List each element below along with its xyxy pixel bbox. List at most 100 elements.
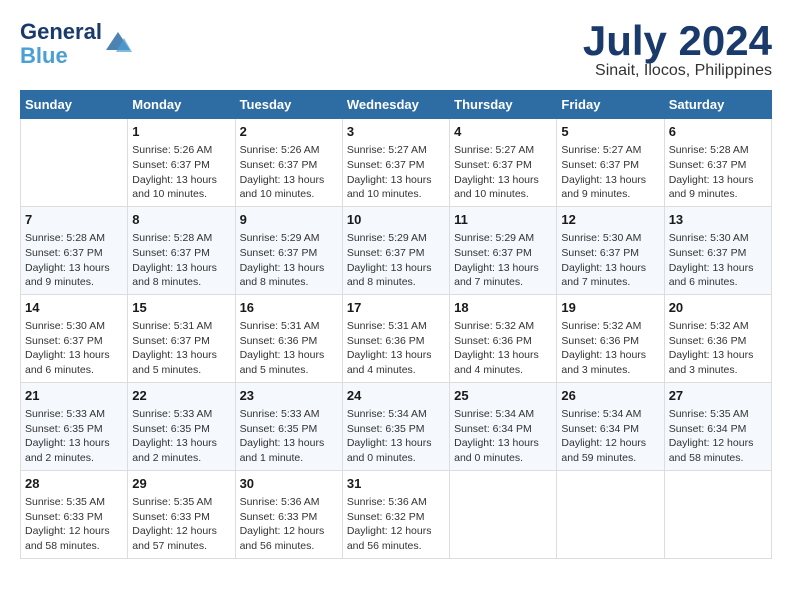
day-number: 16	[240, 299, 338, 317]
calendar-week-row: 14 Sunrise: 5:30 AMSunset: 6:37 PMDayligh…	[21, 294, 772, 382]
calendar-cell: 5 Sunrise: 5:27 AMSunset: 6:37 PMDaylight…	[557, 119, 664, 207]
day-number: 12	[561, 211, 659, 229]
day-number: 2	[240, 123, 338, 141]
calendar-cell: 9Sunrise: 5:29 AMSunset: 6:37 PMDaylight…	[235, 206, 342, 294]
calendar-cell: 16 Sunrise: 5:31 AMSunset: 6:36 PMDayligh…	[235, 294, 342, 382]
day-number: 18	[454, 299, 552, 317]
calendar-cell: 14 Sunrise: 5:30 AMSunset: 6:37 PMDayligh…	[21, 294, 128, 382]
calendar-cell: 12 Sunrise: 5:30 AMSunset: 6:37 PMDayligh…	[557, 206, 664, 294]
calendar-cell: 2 Sunrise: 5:26 AMSunset: 6:37 PMDaylight…	[235, 119, 342, 207]
calendar-header-wednesday: Wednesday	[342, 91, 449, 119]
day-info: Sunrise: 5:31 AMSunset: 6:37 PMDaylight:…	[132, 319, 230, 378]
page-subtitle: Sinait, Ilocos, Philippines	[583, 62, 772, 80]
calendar-cell: 3Sunrise: 5:27 AMSunset: 6:37 PMDaylight…	[342, 119, 449, 207]
day-number: 7	[25, 211, 123, 229]
day-info: Sunrise: 5:33 AMSunset: 6:35 PMDaylight:…	[25, 407, 123, 466]
calendar-cell: 4 Sunrise: 5:27 AMSunset: 6:37 PMDaylight…	[450, 119, 557, 207]
day-number: 28	[25, 475, 123, 493]
calendar-header-tuesday: Tuesday	[235, 91, 342, 119]
day-info: Sunrise: 5:34 AMSunset: 6:35 PMDaylight:…	[347, 407, 445, 466]
day-info: Sunrise: 5:27 AMSunset: 6:37 PMDaylight:…	[347, 143, 445, 202]
day-info: Sunrise: 5:28 AMSunset: 6:37 PMDaylight:…	[669, 143, 767, 202]
logo: General Blue	[20, 20, 132, 68]
day-info: Sunrise: 5:34 AMSunset: 6:34 PMDaylight:…	[454, 407, 552, 466]
day-info: Sunrise: 5:32 AMSunset: 6:36 PMDaylight:…	[669, 319, 767, 378]
day-number: 30	[240, 475, 338, 493]
calendar-header-sunday: Sunday	[21, 91, 128, 119]
calendar-week-row: 1 Sunrise: 5:26 AMSunset: 6:37 PMDaylight…	[21, 119, 772, 207]
day-number: 29	[132, 475, 230, 493]
day-info: Sunrise: 5:35 AMSunset: 6:33 PMDaylight:…	[25, 495, 123, 554]
day-info: Sunrise: 5:28 AMSunset: 6:37 PMDaylight:…	[25, 231, 123, 290]
calendar-header-row: SundayMondayTuesdayWednesdayThursdayFrid…	[21, 91, 772, 119]
calendar-header-monday: Monday	[128, 91, 235, 119]
day-number: 8	[132, 211, 230, 229]
calendar-cell: 20 Sunrise: 5:32 AMSunset: 6:36 PMDayligh…	[664, 294, 771, 382]
day-number: 23	[240, 387, 338, 405]
day-number: 15	[132, 299, 230, 317]
day-info: Sunrise: 5:36 AMSunset: 6:33 PMDaylight:…	[240, 495, 338, 554]
day-info: Sunrise: 5:36 AMSunset: 6:32 PMDaylight:…	[347, 495, 445, 554]
day-number: 1	[132, 123, 230, 141]
day-number: 10	[347, 211, 445, 229]
day-number: 17	[347, 299, 445, 317]
calendar-cell: 31Sunrise: 5:36 AMSunset: 6:32 PMDayligh…	[342, 470, 449, 558]
day-number: 11	[454, 211, 552, 229]
calendar-cell: 1 Sunrise: 5:26 AMSunset: 6:37 PMDaylight…	[128, 119, 235, 207]
calendar-cell: 23 Sunrise: 5:33 AMSunset: 6:35 PMDayligh…	[235, 382, 342, 470]
day-info: Sunrise: 5:30 AMSunset: 6:37 PMDaylight:…	[25, 319, 123, 378]
calendar-cell: 10 Sunrise: 5:29 AMSunset: 6:37 PMDayligh…	[342, 206, 449, 294]
day-info: Sunrise: 5:29 AMSunset: 6:37 PMDaylight:…	[240, 231, 338, 290]
calendar-week-row: 21 Sunrise: 5:33 AMSunset: 6:35 PMDayligh…	[21, 382, 772, 470]
day-info: Sunrise: 5:32 AMSunset: 6:36 PMDaylight:…	[454, 319, 552, 378]
page-title: July 2024	[583, 20, 772, 62]
day-number: 25	[454, 387, 552, 405]
day-info: Sunrise: 5:29 AMSunset: 6:37 PMDaylight:…	[454, 231, 552, 290]
day-info: Sunrise: 5:27 AMSunset: 6:37 PMDaylight:…	[454, 143, 552, 202]
calendar-cell: 24 Sunrise: 5:34 AMSunset: 6:35 PMDayligh…	[342, 382, 449, 470]
logo-icon	[104, 30, 132, 58]
day-number: 5	[561, 123, 659, 141]
day-number: 21	[25, 387, 123, 405]
day-info: Sunrise: 5:27 AMSunset: 6:37 PMDaylight:…	[561, 143, 659, 202]
day-info: Sunrise: 5:33 AMSunset: 6:35 PMDaylight:…	[132, 407, 230, 466]
day-info: Sunrise: 5:29 AMSunset: 6:37 PMDaylight:…	[347, 231, 445, 290]
calendar-table: SundayMondayTuesdayWednesdayThursdayFrid…	[20, 90, 772, 559]
day-number: 24	[347, 387, 445, 405]
calendar-header-friday: Friday	[557, 91, 664, 119]
day-number: 20	[669, 299, 767, 317]
day-info: Sunrise: 5:33 AMSunset: 6:35 PMDaylight:…	[240, 407, 338, 466]
day-info: Sunrise: 5:26 AMSunset: 6:37 PMDaylight:…	[132, 143, 230, 202]
calendar-cell	[21, 119, 128, 207]
calendar-cell: 26 Sunrise: 5:34 AMSunset: 6:34 PMDayligh…	[557, 382, 664, 470]
day-number: 14	[25, 299, 123, 317]
day-number: 19	[561, 299, 659, 317]
calendar-cell: 15 Sunrise: 5:31 AMSunset: 6:37 PMDayligh…	[128, 294, 235, 382]
day-info: Sunrise: 5:34 AMSunset: 6:34 PMDaylight:…	[561, 407, 659, 466]
calendar-cell	[450, 470, 557, 558]
calendar-cell: 13 Sunrise: 5:30 AMSunset: 6:37 PMDayligh…	[664, 206, 771, 294]
calendar-cell: 29 Sunrise: 5:35 AMSunset: 6:33 PMDayligh…	[128, 470, 235, 558]
calendar-cell: 25 Sunrise: 5:34 AMSunset: 6:34 PMDayligh…	[450, 382, 557, 470]
day-info: Sunrise: 5:31 AMSunset: 6:36 PMDaylight:…	[240, 319, 338, 378]
day-number: 26	[561, 387, 659, 405]
day-info: Sunrise: 5:30 AMSunset: 6:37 PMDaylight:…	[561, 231, 659, 290]
calendar-cell	[664, 470, 771, 558]
day-info: Sunrise: 5:35 AMSunset: 6:33 PMDaylight:…	[132, 495, 230, 554]
calendar-week-row: 7 Sunrise: 5:28 AMSunset: 6:37 PMDaylight…	[21, 206, 772, 294]
calendar-header-saturday: Saturday	[664, 91, 771, 119]
day-info: Sunrise: 5:32 AMSunset: 6:36 PMDaylight:…	[561, 319, 659, 378]
calendar-cell: 22 Sunrise: 5:33 AMSunset: 6:35 PMDayligh…	[128, 382, 235, 470]
day-info: Sunrise: 5:30 AMSunset: 6:37 PMDaylight:…	[669, 231, 767, 290]
calendar-cell: 19 Sunrise: 5:32 AMSunset: 6:36 PMDayligh…	[557, 294, 664, 382]
calendar-cell: 28 Sunrise: 5:35 AMSunset: 6:33 PMDayligh…	[21, 470, 128, 558]
day-number: 13	[669, 211, 767, 229]
calendar-cell: 11 Sunrise: 5:29 AMSunset: 6:37 PMDayligh…	[450, 206, 557, 294]
day-number: 4	[454, 123, 552, 141]
calendar-cell: 8Sunrise: 5:28 AMSunset: 6:37 PMDaylight…	[128, 206, 235, 294]
calendar-week-row: 28 Sunrise: 5:35 AMSunset: 6:33 PMDayligh…	[21, 470, 772, 558]
day-info: Sunrise: 5:26 AMSunset: 6:37 PMDaylight:…	[240, 143, 338, 202]
day-number: 22	[132, 387, 230, 405]
day-number: 27	[669, 387, 767, 405]
calendar-cell	[557, 470, 664, 558]
